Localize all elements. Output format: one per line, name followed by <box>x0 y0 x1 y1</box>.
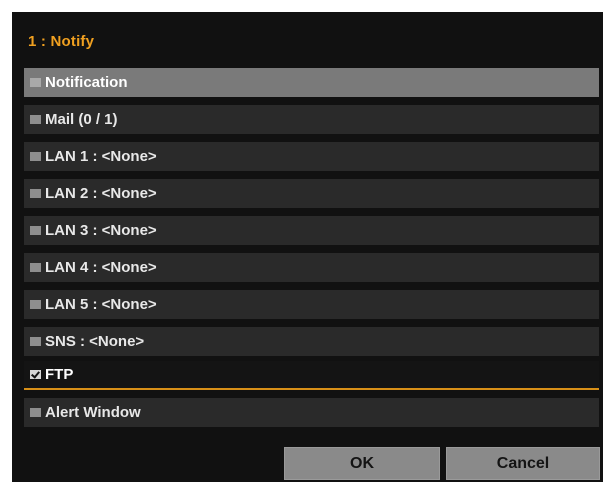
checkbox-icon[interactable] <box>30 337 41 346</box>
list-item-label: FTP <box>45 366 74 383</box>
cancel-button[interactable]: Cancel <box>446 447 600 480</box>
list-item-label: Mail (0 / 1) <box>45 111 118 128</box>
list-item-label: SNS : <None> <box>45 333 145 350</box>
checkbox-icon[interactable] <box>30 408 41 417</box>
checkbox-icon[interactable] <box>30 152 41 161</box>
header-checkbox-icon[interactable] <box>30 78 41 87</box>
checkbox-icon[interactable] <box>30 263 41 272</box>
list-item-sns[interactable]: SNS : <None> <box>24 327 599 356</box>
list-item-alert-window[interactable]: Alert Window <box>24 398 599 427</box>
checkbox-icon[interactable] <box>30 226 41 235</box>
list-item-label: LAN 1 : <None> <box>45 148 157 165</box>
checkbox-icon[interactable] <box>30 115 41 124</box>
checkbox-checked-icon[interactable] <box>30 370 41 379</box>
notification-header-row[interactable]: Notification <box>24 68 599 97</box>
list-item-label: Alert Window <box>45 404 141 421</box>
header-label: Notification <box>45 74 128 91</box>
list-item-lan-1[interactable]: LAN 1 : <None> <box>24 142 599 171</box>
checkbox-icon[interactable] <box>30 189 41 198</box>
ok-button[interactable]: OK <box>284 447 440 480</box>
list-item-lan-4[interactable]: LAN 4 : <None> <box>24 253 599 282</box>
list-item-label: LAN 5 : <None> <box>45 296 157 313</box>
list-item-lan-2[interactable]: LAN 2 : <None> <box>24 179 599 208</box>
list-item-label: LAN 4 : <None> <box>45 259 157 276</box>
list-item-lan-5[interactable]: LAN 5 : <None> <box>24 290 599 319</box>
list-item-label: LAN 3 : <None> <box>45 222 157 239</box>
list-item-lan-3[interactable]: LAN 3 : <None> <box>24 216 599 245</box>
list-item-mail[interactable]: Mail (0 / 1) <box>24 105 599 134</box>
checkbox-icon[interactable] <box>30 300 41 309</box>
list-item-label: LAN 2 : <None> <box>45 185 157 202</box>
list-item-ftp[interactable]: FTP <box>24 361 599 390</box>
dialog-title: 1 : Notify <box>28 33 95 50</box>
